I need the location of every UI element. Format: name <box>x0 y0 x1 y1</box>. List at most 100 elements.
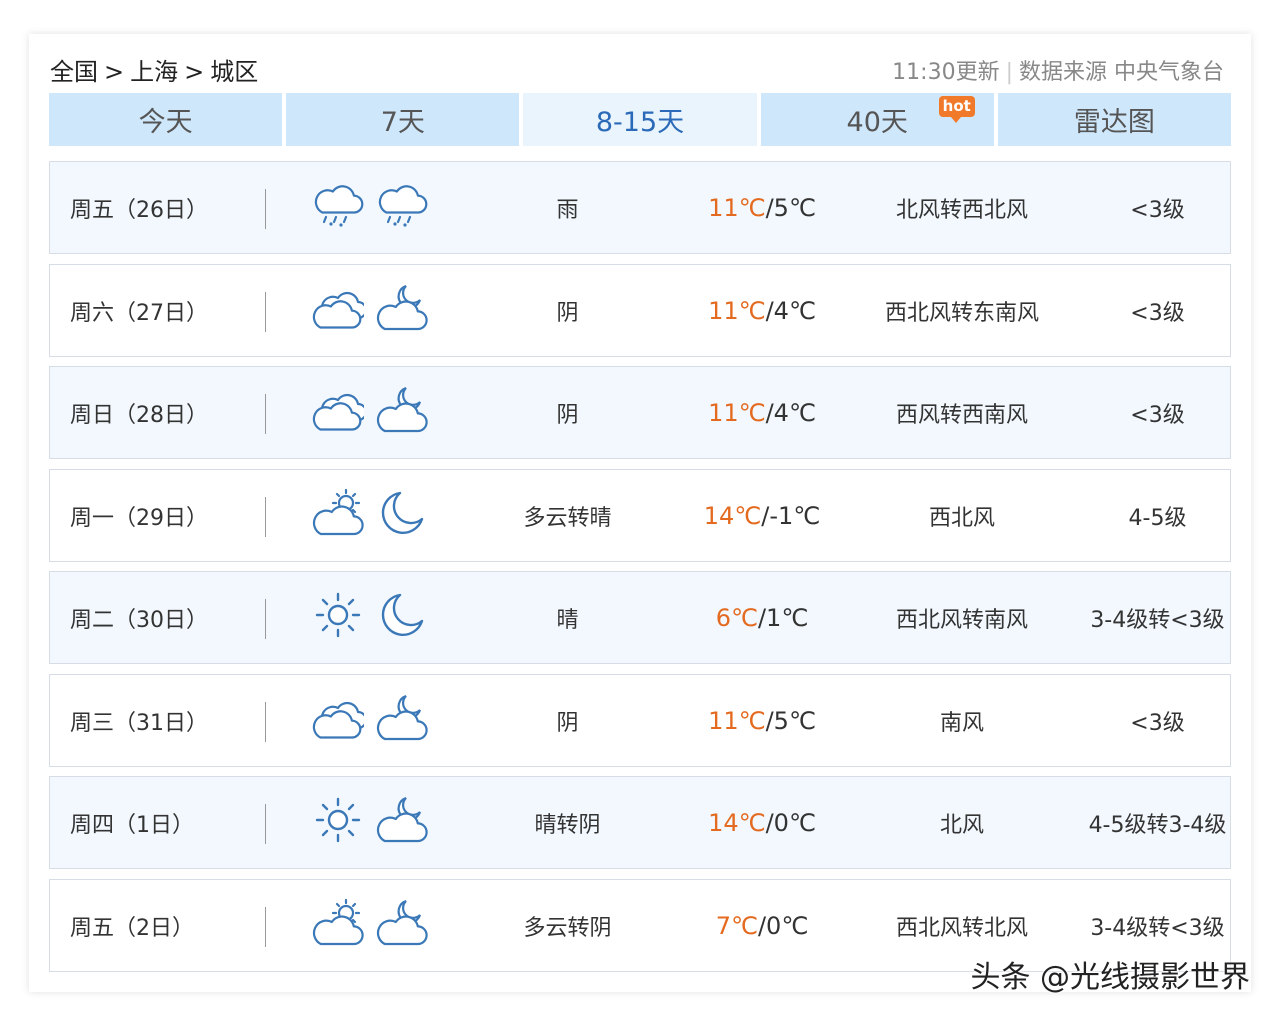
tab-40-days[interactable]: 40天 hot <box>760 93 994 146</box>
forecast-row: 周二（30日） 晴 6℃/1℃ 西北风转南风 3-4级转<3级 <box>49 571 1231 664</box>
forecast-row: 周三（31日） 阴 11℃/5℃ 南风 <3级 <box>49 674 1231 767</box>
weather-icons <box>312 367 442 458</box>
column-divider <box>265 497 266 537</box>
weather-text: 阴 <box>556 710 579 736</box>
wind-level: 3-4级转<3级 <box>1090 607 1225 633</box>
day-label: 周一（29日） <box>70 505 208 531</box>
rain-cloud-icon <box>376 179 428 237</box>
wind-direction: 西北风转南风 <box>895 607 1028 633</box>
forecast-row: 周日（28日） 阴 11℃/4℃ 西风转西南风 <3级 <box>49 366 1231 459</box>
temp-separator: / <box>761 501 770 530</box>
temp-separator: / <box>757 911 767 940</box>
high-temp: 6℃ <box>715 603 758 632</box>
high-temp: 14℃ <box>703 501 762 530</box>
tab-label: 8-15天 <box>595 107 685 138</box>
tab-today[interactable]: 今天 <box>49 93 283 146</box>
column-divider <box>265 599 266 639</box>
wind-level: 4-5级转3-4级 <box>1088 812 1227 838</box>
forecast-row: 周一（29日） 多云转晴 14℃ / -1℃ 西北风 4-5级 <box>49 469 1231 562</box>
high-temp: 11℃ <box>708 193 766 222</box>
column-divider <box>265 702 266 742</box>
cloudy-night-icon <box>376 384 428 442</box>
temperature: 6℃/1℃ <box>662 572 862 663</box>
weather-icons <box>312 470 442 561</box>
low-temp: -1℃ <box>769 501 821 530</box>
column-divider <box>265 394 266 434</box>
tab-7-days[interactable]: 7天 <box>286 93 520 146</box>
day-label: 周四（1日） <box>70 812 194 838</box>
source-label: 数据来源 中央气象台 <box>1019 60 1224 85</box>
moon-icon <box>376 589 428 647</box>
high-temp: 11℃ <box>708 398 766 427</box>
high-temp: 7℃ <box>715 911 758 940</box>
cloudy-night-icon <box>376 794 428 852</box>
high-temp: 11℃ <box>708 706 766 735</box>
breadcrumb-country[interactable]: 全国 <box>50 52 98 87</box>
weather-icons <box>312 880 442 971</box>
low-temp: 4℃ <box>773 398 816 427</box>
tab-radar[interactable]: 雷达图 <box>997 93 1232 146</box>
cloudy-night-icon <box>376 897 428 955</box>
wind-level: <3级 <box>1130 402 1185 428</box>
sun-icon <box>312 589 364 647</box>
tab-bar: 今天 7天 8-15天 40天 hot 雷达图 <box>49 93 1232 146</box>
wind-direction: 西风转西南风 <box>895 402 1028 428</box>
weather-icons <box>312 675 442 766</box>
temperature: 7℃/0℃ <box>662 880 862 971</box>
column-divider <box>265 292 266 332</box>
wind-level: <3级 <box>1130 300 1185 326</box>
wind-direction: 西北风 <box>928 505 995 531</box>
temp-separator: / <box>757 603 767 632</box>
tab-label: 40天 <box>846 107 908 138</box>
temperature: 14℃ / -1℃ <box>662 470 862 561</box>
wind-level: 4-5级 <box>1128 505 1187 531</box>
day-label: 周五（26日） <box>70 197 208 223</box>
tab-label: 7天 <box>380 107 425 138</box>
forecast-row: 周五（26日） 雨 11℃/5℃ 北风转西北风 <3级 <box>49 161 1231 254</box>
hot-badge: hot <box>938 96 975 123</box>
wind-level: <3级 <box>1130 710 1185 736</box>
low-temp: 1℃ <box>766 603 809 632</box>
day-label: 周五（2日） <box>70 915 194 941</box>
weather-icons <box>312 162 442 253</box>
breadcrumb-city[interactable]: 上海 <box>130 52 178 87</box>
breadcrumb: 全国 > 上海 > 城区 <box>50 52 258 87</box>
weather-text: 晴 <box>556 607 579 633</box>
partly-cloudy-icon <box>312 897 364 955</box>
column-divider <box>265 804 266 844</box>
low-temp: 5℃ <box>773 706 816 735</box>
temperature: 11℃/5℃ <box>662 675 862 766</box>
weather-text: 雨 <box>556 197 579 223</box>
high-temp: 14℃ <box>708 808 766 837</box>
high-temp: 11℃ <box>708 296 766 325</box>
cloudy-night-icon <box>376 282 428 340</box>
weather-text: 多云转阴 <box>523 915 612 941</box>
sun-icon <box>312 794 364 852</box>
temp-separator: / <box>765 296 774 325</box>
tab-8-15-days[interactable]: 8-15天 <box>523 93 757 146</box>
temperature: 11℃/4℃ <box>662 265 862 356</box>
low-temp: 0℃ <box>766 911 809 940</box>
breadcrumb-separator: > <box>104 58 125 86</box>
low-temp: 4℃ <box>773 296 816 325</box>
column-divider <box>265 907 266 947</box>
temperature: 11℃/4℃ <box>662 367 862 458</box>
weather-text: 晴转阴 <box>534 812 601 838</box>
top-bar: 全国 > 上海 > 城区 11:30更新 | 数据来源 中央气象台 <box>50 50 1224 86</box>
day-label: 周二（30日） <box>70 607 208 633</box>
wind-direction: 南风 <box>939 710 984 736</box>
tab-label: 雷达图 <box>1073 107 1155 138</box>
wind-direction: 西北风转东南风 <box>884 300 1039 326</box>
weather-text: 多云转晴 <box>523 505 612 531</box>
data-source: 11:30更新 | 数据来源 中央气象台 <box>892 54 1224 86</box>
rain-cloud-icon <box>312 179 364 237</box>
low-temp: 5℃ <box>773 193 816 222</box>
column-divider <box>265 189 266 229</box>
wind-direction: 北风转西北风 <box>895 197 1028 223</box>
source-divider: | <box>1005 60 1013 85</box>
weather-text: 阴 <box>556 402 579 428</box>
partly-cloudy-icon <box>312 487 364 545</box>
breadcrumb-district: 城区 <box>210 58 259 86</box>
cloudy-night-icon <box>376 692 428 750</box>
wind-direction: 北风 <box>939 812 984 838</box>
